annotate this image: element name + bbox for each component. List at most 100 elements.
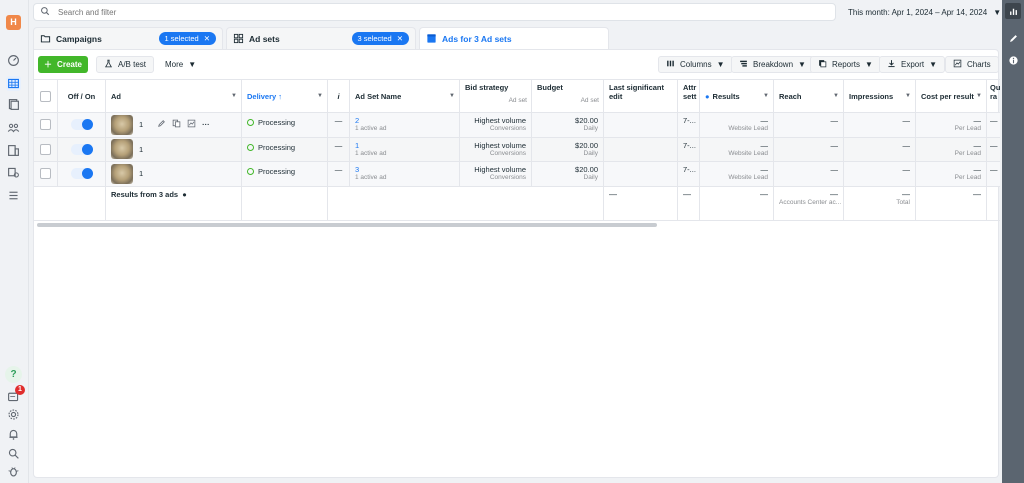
selection-pill[interactable]: 3 selected ✕ bbox=[351, 32, 409, 45]
menu-icon[interactable] bbox=[6, 188, 21, 203]
close-icon[interactable]: ✕ bbox=[204, 34, 210, 43]
catalog-icon[interactable] bbox=[6, 165, 21, 180]
column-budget[interactable]: Budget Ad set bbox=[532, 80, 604, 112]
ab-test-button[interactable]: A/B test bbox=[96, 56, 155, 73]
ad-set-cell: 2 1 active ad bbox=[350, 113, 460, 137]
column-ad-set-name[interactable]: Ad Set Name ▼ bbox=[350, 80, 460, 112]
bid-strategy-value: Highest volume bbox=[474, 165, 526, 174]
caret-down-icon[interactable]: ▼ bbox=[449, 93, 455, 99]
column-reach[interactable]: Reach ▼ bbox=[774, 80, 844, 112]
bell-icon[interactable] bbox=[6, 427, 21, 442]
attribution-cell: 7-... bbox=[678, 162, 700, 186]
attribution-cell: 7-... bbox=[678, 113, 700, 137]
column-cost-per-result[interactable]: Cost per result ▼ bbox=[916, 80, 987, 112]
column-ad[interactable]: Ad ▼ bbox=[106, 80, 242, 112]
info-icon[interactable] bbox=[1007, 54, 1019, 66]
settings-icon[interactable] bbox=[6, 407, 21, 422]
ad-name[interactable]: 1 bbox=[139, 169, 143, 178]
results-value: — bbox=[760, 165, 769, 174]
dashboard-icon[interactable] bbox=[6, 53, 21, 68]
date-range-picker[interactable]: This month: Apr 1, 2024 – Apr 14, 2024 ▼ bbox=[842, 4, 1007, 21]
caret-down-icon[interactable]: ▼ bbox=[976, 93, 982, 99]
ad-set-link[interactable]: 1 bbox=[355, 141, 454, 150]
column-impressions[interactable]: Impressions ▼ bbox=[844, 80, 916, 112]
selection-pill[interactable]: 1 selected ✕ bbox=[158, 32, 216, 45]
search-input[interactable] bbox=[58, 7, 758, 17]
charts-button[interactable]: Charts bbox=[945, 56, 999, 73]
billing-icon[interactable] bbox=[6, 143, 21, 158]
account-logo[interactable]: H bbox=[6, 15, 21, 30]
on-off-toggle[interactable] bbox=[70, 119, 93, 131]
info-cell: — bbox=[328, 162, 350, 186]
info-icon[interactable]: ● bbox=[705, 92, 710, 101]
info-icon[interactable]: ● bbox=[182, 190, 187, 199]
caret-down-icon: ▼ bbox=[929, 60, 938, 69]
search-filter-bar[interactable] bbox=[33, 3, 836, 21]
ad-name[interactable]: 1 bbox=[139, 145, 143, 154]
chart-line-icon[interactable] bbox=[187, 119, 196, 130]
select-all-checkbox[interactable] bbox=[40, 90, 51, 102]
on-off-toggle[interactable] bbox=[70, 168, 93, 180]
column-delivery[interactable]: Delivery ↑ ▼ bbox=[242, 80, 328, 112]
table-icon[interactable] bbox=[6, 76, 21, 91]
processing-status-icon bbox=[247, 143, 254, 151]
table-row[interactable]: 1 Processing — 3 1 active ad Highest vol… bbox=[34, 162, 1000, 187]
row-checkbox[interactable] bbox=[40, 143, 51, 155]
chart-icon[interactable] bbox=[1005, 3, 1021, 19]
ad-thumbnail[interactable] bbox=[111, 163, 133, 184]
tab-ads[interactable]: Ads for 3 Ad sets bbox=[419, 27, 609, 49]
more-button[interactable]: More ▼ bbox=[158, 56, 203, 73]
pencil-icon[interactable] bbox=[157, 119, 166, 130]
caret-down-icon[interactable]: ▼ bbox=[231, 93, 237, 99]
column-quality[interactable]: Qu ra bbox=[987, 80, 1000, 112]
table-row[interactable]: 1 ··· Processing — 2 1 active ad Highest… bbox=[34, 113, 1000, 138]
more-options-icon[interactable]: ··· bbox=[202, 120, 210, 129]
column-last-edit[interactable]: Last significant edit bbox=[604, 80, 678, 112]
delivery-status: Processing bbox=[258, 167, 296, 176]
column-off-on[interactable]: Off / On bbox=[58, 80, 106, 112]
caret-down-icon[interactable]: ▼ bbox=[763, 93, 769, 99]
close-icon[interactable]: ✕ bbox=[397, 34, 403, 43]
columns-label: Columns bbox=[680, 60, 712, 69]
column-results[interactable]: ● Results ▼ bbox=[700, 80, 774, 112]
reports-button[interactable]: Reports ▼ bbox=[810, 56, 881, 73]
table-row[interactable]: 1 Processing — 1 1 active ad Highest vol… bbox=[34, 137, 1000, 162]
caret-down-icon[interactable]: ▼ bbox=[833, 93, 839, 99]
column-info[interactable]: i bbox=[328, 80, 350, 112]
ad-thumbnail[interactable] bbox=[111, 114, 133, 135]
row-checkbox[interactable] bbox=[40, 168, 51, 180]
help-icon[interactable]: ? bbox=[5, 366, 22, 383]
column-attribution[interactable]: Attr sett bbox=[678, 80, 700, 112]
search-icon[interactable] bbox=[6, 446, 21, 461]
horizontal-scrollbar[interactable] bbox=[37, 223, 657, 227]
caret-down-icon[interactable]: ▼ bbox=[317, 93, 323, 99]
reach-cell: — bbox=[774, 113, 844, 137]
summary-value: — bbox=[830, 189, 838, 199]
caret-down-icon[interactable]: ▼ bbox=[905, 93, 911, 99]
bug-icon[interactable] bbox=[6, 464, 21, 479]
pages-icon[interactable] bbox=[6, 97, 21, 112]
on-off-toggle[interactable] bbox=[70, 143, 93, 155]
tab-campaigns[interactable]: Campaigns 1 selected ✕ bbox=[33, 27, 223, 49]
column-bid-strategy[interactable]: Bid strategy Ad set bbox=[460, 80, 532, 112]
last-edit-cell bbox=[604, 162, 678, 186]
ad-name[interactable]: 1 bbox=[139, 120, 143, 129]
people-icon[interactable] bbox=[6, 120, 21, 135]
left-nav-rail: H ? 1 bbox=[0, 0, 29, 483]
export-button[interactable]: Export ▼ bbox=[879, 56, 946, 73]
bid-strategy-subtext: Conversions bbox=[489, 149, 526, 157]
ads-table-panel: ＋ Create A/B test More ▼ Columns ▼ Break… bbox=[33, 49, 1000, 478]
row-checkbox[interactable] bbox=[40, 119, 51, 131]
ad-set-link[interactable]: 2 bbox=[355, 116, 454, 125]
ad-set-link[interactable]: 3 bbox=[355, 165, 454, 174]
columns-button[interactable]: Columns ▼ bbox=[658, 56, 733, 73]
breakdown-button[interactable]: Breakdown ▼ bbox=[731, 56, 814, 73]
edit-icon[interactable] bbox=[1007, 32, 1019, 44]
ad-thumbnail[interactable] bbox=[111, 139, 133, 160]
bid-strategy-subtext: Conversions bbox=[489, 125, 526, 132]
duplicate-icon[interactable] bbox=[172, 119, 181, 130]
create-button[interactable]: ＋ Create bbox=[38, 56, 88, 73]
tab-ad-sets[interactable]: Ad sets 3 selected ✕ bbox=[226, 27, 416, 49]
column-label: Attr sett bbox=[683, 83, 697, 101]
last-edit-cell bbox=[604, 113, 678, 137]
